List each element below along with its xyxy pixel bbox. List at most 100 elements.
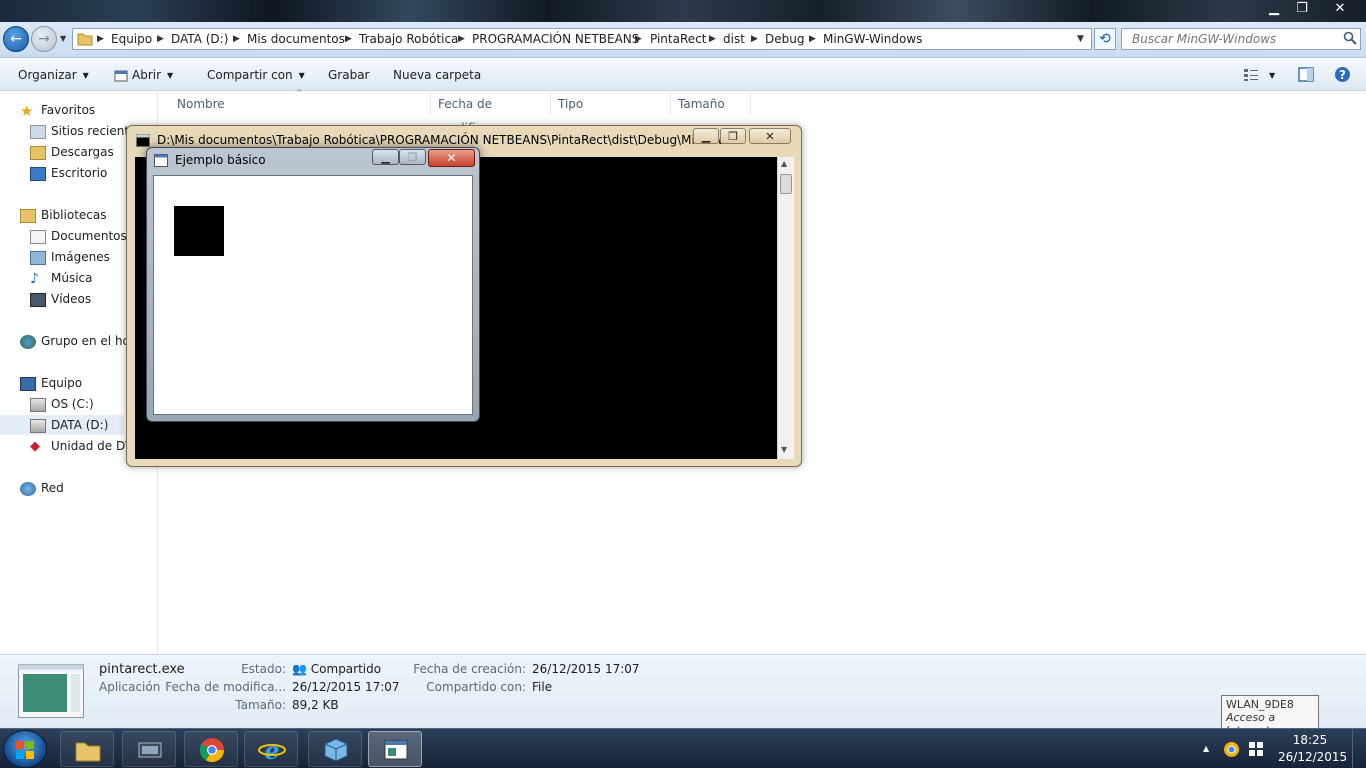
windows-logo-icon	[16, 741, 34, 759]
start-button[interactable]	[3, 730, 47, 768]
scroll-down-icon[interactable]: ▼	[781, 445, 787, 454]
preview-pane-icon[interactable]	[1298, 67, 1314, 82]
media-center-icon	[138, 742, 162, 758]
chrome-tray-icon[interactable]	[1223, 741, 1240, 758]
breadcrumb-equipo[interactable]: Equipo	[111, 29, 152, 49]
black-rectangle	[174, 206, 224, 256]
drive-icon	[30, 418, 46, 433]
breadcrumb-dist[interactable]: dist	[723, 29, 745, 49]
breadcrumb-trabajo-robotica[interactable]: Trabajo Robótica	[359, 29, 458, 49]
scroll-thumb[interactable]	[780, 174, 792, 194]
nav-network[interactable]: Red	[20, 478, 156, 498]
share-button[interactable]: Compartir con ▼	[207, 59, 305, 91]
internet-explorer-icon: e	[258, 737, 286, 763]
breadcrumb-pintarect[interactable]: PintaRect	[650, 29, 706, 49]
cube-icon	[324, 738, 348, 762]
history-dropdown-icon[interactable]: ▼	[60, 34, 66, 43]
example-window[interactable]: Ejemplo básico ▁ ❐ ✕	[146, 147, 480, 422]
folder-icon	[77, 33, 93, 46]
example-close-button[interactable]: ✕	[428, 149, 475, 167]
console-minimize-button[interactable]: ▁	[693, 128, 719, 144]
taskbar-ie[interactable]: e	[244, 731, 298, 767]
svg-text:e: e	[264, 737, 279, 763]
taskbar-chrome[interactable]	[184, 731, 238, 767]
address-row: ← → ▼ ▶ Equipo ▶ DATA (D:) ▶ Mis documen…	[0, 22, 1366, 58]
search-icon[interactable]	[1343, 31, 1357, 45]
breadcrumb-debug[interactable]: Debug	[765, 29, 804, 49]
folder-icon	[75, 742, 101, 762]
network-tooltip: WLAN_9DE8 Acceso a Internet	[1221, 695, 1319, 737]
column-modified[interactable]: Fecha de modifica...	[430, 92, 551, 135]
recent-places-icon	[30, 124, 46, 139]
clock[interactable]: 18:25 26/12/2015	[1278, 732, 1348, 766]
breadcrumb-programacion-netbeans[interactable]: PROGRAMACIÓN NETBEANS	[472, 29, 639, 49]
taskbar-pintarect[interactable]	[368, 731, 422, 767]
console-maximize-button[interactable]: ❐	[720, 128, 746, 144]
show-desktop-button[interactable]	[1352, 729, 1366, 768]
modified-value: 26/12/2015 17:07	[292, 680, 400, 694]
address-bar[interactable]: ▶ Equipo ▶ DATA (D:) ▶ Mis documentos ▶ …	[72, 28, 1092, 50]
exe-file-icon	[18, 664, 84, 718]
drawing-canvas[interactable]	[153, 175, 473, 415]
network-name: WLAN_9DE8	[1226, 698, 1294, 711]
open-button[interactable]: Abrir ▼	[114, 59, 173, 91]
minimize-button[interactable]: ▁	[1262, 0, 1286, 18]
taskbar-media[interactable]	[122, 731, 176, 767]
shared-with-label: Compartido con:	[426, 680, 526, 694]
libraries-icon	[20, 208, 36, 223]
breadcrumb-mingw-windows[interactable]: MinGW-Windows	[823, 29, 922, 49]
example-maximize-button[interactable]: ❐	[399, 149, 426, 165]
nav-dvd[interactable]: ◆Unidad de DVD	[30, 436, 126, 456]
console-icon	[136, 134, 150, 147]
clock-date: 26/12/2015	[1278, 750, 1348, 764]
windows-tray-icon[interactable]	[1248, 741, 1264, 757]
shared-users-icon: 👥	[292, 662, 307, 676]
selected-file-name: pintarect.exe	[99, 662, 185, 677]
organize-button[interactable]: Organizar ▼	[18, 59, 89, 91]
taskbar-explorer[interactable]	[60, 731, 114, 767]
created-label: Fecha de creación:	[413, 662, 526, 676]
downloads-folder-icon	[30, 145, 46, 160]
command-bar: Organizar ▼ Abrir ▼ Compartir con ▼ Grabar …	[0, 59, 1366, 91]
address-dropdown-icon[interactable]: ▼	[1077, 29, 1084, 49]
taskbar-virtualbox[interactable]	[308, 731, 362, 767]
breadcrumb-data[interactable]: DATA (D:)	[171, 29, 228, 49]
back-button[interactable]: ←	[3, 26, 29, 52]
computer-icon	[20, 376, 36, 391]
forward-button[interactable]: →	[31, 26, 57, 52]
column-type[interactable]: Tipo	[550, 92, 671, 116]
refresh-button[interactable]: ⟲	[1094, 28, 1116, 50]
example-minimize-button[interactable]: ▁	[372, 149, 399, 165]
drive-icon	[30, 397, 46, 412]
svg-text:?: ?	[1339, 68, 1346, 82]
size-label: Tamaño:	[235, 698, 286, 712]
new-folder-button[interactable]: Nueva carpeta	[393, 59, 481, 91]
sort-ascending-icon: ^	[296, 88, 303, 97]
console-scrollbar[interactable]: ▲ ▼	[777, 157, 794, 459]
size-value: 89,2 KB	[292, 698, 339, 712]
nav-drive-d[interactable]: DATA (D:)	[0, 415, 124, 435]
state-label: Estado:	[241, 662, 286, 676]
burn-button[interactable]: Grabar	[328, 59, 370, 91]
tray-expand-icon[interactable]: ▲	[1203, 744, 1209, 753]
console-close-button[interactable]: ✕	[749, 128, 791, 144]
scroll-up-icon[interactable]: ▲	[781, 159, 787, 168]
dvd-icon: ◆	[30, 438, 40, 454]
clock-time: 18:25	[1292, 733, 1328, 747]
star-icon: ★	[20, 101, 34, 120]
column-size[interactable]: Tamaño	[670, 92, 751, 116]
close-button[interactable]: ✕	[1320, 0, 1360, 18]
music-icon: ♪	[30, 270, 39, 287]
breadcrumb-mis-documentos[interactable]: Mis documentos	[247, 29, 345, 49]
restore-button[interactable]: ❐	[1290, 0, 1314, 18]
nav-favorites[interactable]: ★ Favoritos	[20, 100, 156, 120]
view-options-icon[interactable]	[1243, 68, 1259, 82]
view-dropdown-icon[interactable]: ▼	[1269, 71, 1275, 80]
network-icon	[20, 481, 36, 496]
search-input[interactable]	[1121, 28, 1361, 50]
application-window-icon	[384, 740, 408, 760]
help-icon[interactable]: ?	[1334, 66, 1351, 83]
application-icon	[114, 70, 128, 81]
desktop-icon	[30, 166, 46, 181]
shared-with-value: File	[532, 680, 553, 694]
